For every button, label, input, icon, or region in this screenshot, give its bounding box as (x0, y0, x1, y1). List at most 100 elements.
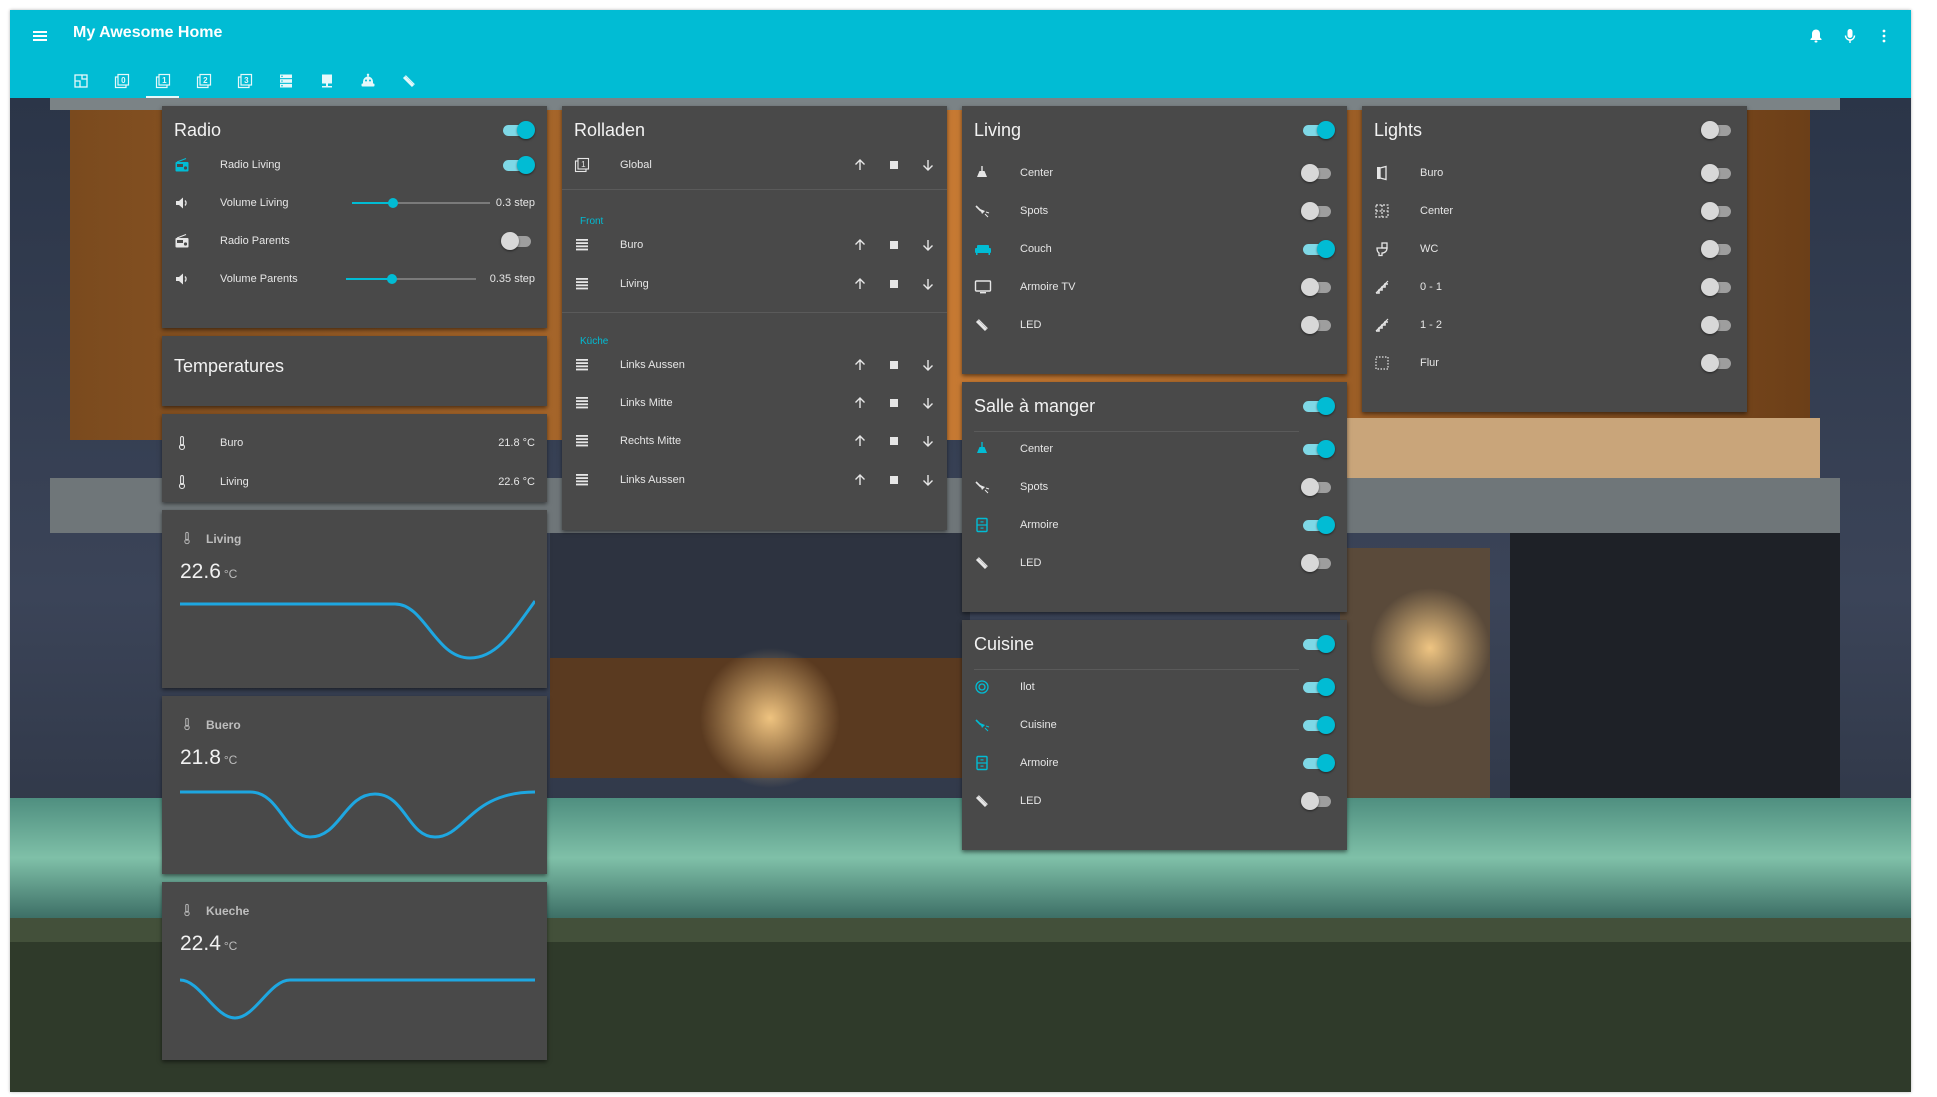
arrow-down-icon[interactable] (919, 471, 937, 489)
stop-icon[interactable] (885, 432, 903, 450)
lights-row: Flur (1362, 348, 1747, 378)
arrow-down-icon[interactable] (919, 236, 937, 254)
salle-master-toggle[interactable] (1301, 396, 1335, 416)
svg-text:0: 0 (121, 76, 126, 85)
thermometer-icon (180, 716, 194, 732)
numeric-3-box-icon: 3 (237, 73, 252, 89)
arrow-up-icon[interactable] (851, 471, 869, 489)
grid-light-icon (1374, 203, 1402, 219)
lights-item-label: 1 - 2 (1420, 319, 1443, 331)
blinds-icon (574, 276, 602, 292)
volume-living-slider[interactable] (352, 193, 490, 213)
menu-icon[interactable] (27, 24, 53, 48)
radio-card: Radio Radio Living Volume Living 0.3 ste… (162, 106, 547, 328)
volume-parents-row: Volume Parents 0.35 step (162, 264, 547, 294)
living-title: Living (974, 120, 1022, 140)
living-item-toggle[interactable] (1301, 277, 1335, 297)
tab-robot[interactable] (349, 67, 386, 98)
robot-icon (361, 73, 374, 87)
blinds-icon (574, 395, 602, 411)
cuisine-item-toggle[interactable] (1301, 715, 1335, 735)
cuisine-master-toggle[interactable] (1301, 634, 1335, 654)
numeric-2-box-icon: 2 (196, 73, 211, 89)
tab-server[interactable] (267, 67, 304, 98)
volume-living-value: 0.3 step (495, 197, 535, 209)
arrow-up-icon[interactable] (851, 432, 869, 450)
lights-item-toggle[interactable] (1701, 201, 1735, 221)
radio-parents-toggle[interactable] (501, 231, 535, 251)
rolladen-global-label: Global (620, 159, 652, 171)
bell-icon[interactable] (1803, 24, 1829, 48)
thermometer-icon (180, 530, 194, 546)
blinds-icon (574, 357, 602, 373)
living-card: Living Center Spots Couch Armoire TV LED (962, 106, 1347, 374)
tab-desk[interactable] (308, 67, 345, 98)
cuisine-item-toggle[interactable] (1301, 677, 1335, 697)
stop-icon[interactable] (885, 156, 903, 174)
living-item-toggle[interactable] (1301, 239, 1335, 259)
arrow-down-icon[interactable] (919, 432, 937, 450)
stop-icon[interactable] (885, 471, 903, 489)
arrow-down-icon[interactable] (919, 356, 937, 374)
ceiling-light-icon (974, 441, 1002, 457)
cuisine-row: Ilot (962, 672, 1347, 702)
arrow-down-icon[interactable] (919, 275, 937, 293)
tab-floor-3[interactable]: 3 (226, 67, 263, 98)
browser-viewport: My Awesome Home 0 1 2 3 Radio Radio Livi… (10, 10, 1911, 1092)
radio-living-toggle[interactable] (501, 155, 535, 175)
rolladen-kueche-row: Rechts Mitte (562, 426, 947, 456)
living-item-toggle[interactable] (1301, 163, 1335, 183)
door-icon (1374, 165, 1402, 181)
arrow-down-icon[interactable] (919, 156, 937, 174)
radio-master-toggle[interactable] (501, 120, 535, 140)
arrow-down-icon[interactable] (919, 394, 937, 412)
arrow-up-icon[interactable] (851, 275, 869, 293)
living-master-toggle[interactable] (1301, 120, 1335, 140)
stop-icon[interactable] (885, 236, 903, 254)
ceiling-light-icon (974, 165, 1002, 181)
tab-led[interactable] (390, 67, 427, 98)
salle-item-toggle[interactable] (1301, 515, 1335, 535)
rolladen-item-label: Rechts Mitte (620, 435, 682, 447)
temp-living-row: Living 22.6 °C (162, 467, 547, 497)
tab-floor-0[interactable]: 0 (103, 67, 140, 98)
stop-icon[interactable] (885, 275, 903, 293)
sensor-card-living: Living 22.6 °C (162, 510, 547, 688)
salle-item-toggle[interactable] (1301, 477, 1335, 497)
stop-icon[interactable] (885, 394, 903, 412)
lights-item-toggle[interactable] (1701, 353, 1735, 373)
lights-row: Buro (1362, 158, 1747, 188)
salle-item-toggle[interactable] (1301, 439, 1335, 459)
cover-controls (851, 394, 937, 412)
lights-item-toggle[interactable] (1701, 315, 1735, 335)
arrow-up-icon[interactable] (851, 156, 869, 174)
desk-lamp-icon (321, 74, 332, 88)
arrow-up-icon[interactable] (851, 236, 869, 254)
arrow-up-icon[interactable] (851, 394, 869, 412)
kueche-section-label: Küche (580, 336, 609, 347)
lights-item-toggle[interactable] (1701, 163, 1735, 183)
lights-master-toggle[interactable] (1701, 120, 1735, 140)
svg-text:1: 1 (581, 160, 586, 169)
cuisine-item-toggle[interactable] (1301, 753, 1335, 773)
cuisine-item-toggle[interactable] (1301, 791, 1335, 811)
lights-title: Lights (1374, 120, 1423, 140)
living-item-toggle[interactable] (1301, 201, 1335, 221)
tab-floor-1[interactable]: 1 (144, 67, 181, 98)
salle-item-toggle[interactable] (1301, 553, 1335, 573)
tab-floorplan[interactable] (62, 67, 99, 98)
sensor-value-number: 22.4 (180, 932, 221, 955)
lights-item-toggle[interactable] (1701, 239, 1735, 259)
living-item-toggle[interactable] (1301, 315, 1335, 335)
tab-floor-2[interactable]: 2 (185, 67, 222, 98)
more-vertical-icon[interactable] (1871, 24, 1897, 48)
lights-item-toggle[interactable] (1701, 277, 1735, 297)
radio-icon (174, 157, 202, 173)
stop-icon[interactable] (885, 356, 903, 374)
lights-row: WC (1362, 234, 1747, 264)
microphone-icon[interactable] (1837, 24, 1863, 48)
arrow-up-icon[interactable] (851, 356, 869, 374)
cover-controls (851, 432, 937, 450)
stairs-icon (1374, 317, 1402, 333)
volume-parents-slider[interactable] (346, 269, 476, 289)
